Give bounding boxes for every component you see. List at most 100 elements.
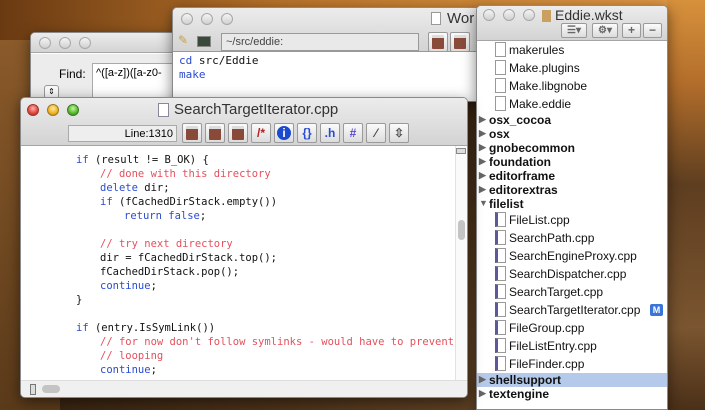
disclosure-closed-icon[interactable]: ▶ xyxy=(479,156,486,167)
file-icon xyxy=(495,60,506,75)
find-titlebar[interactable] xyxy=(31,33,189,53)
folder-item[interactable]: ▶ osx xyxy=(477,127,667,141)
vertical-scrollbar[interactable] xyxy=(455,146,467,380)
window-title: Wor xyxy=(447,10,475,27)
code-token: (fCachedDirStack.empty()) xyxy=(112,196,278,208)
document-icon xyxy=(158,103,169,117)
file-item[interactable]: Make.libgnobe xyxy=(477,77,667,95)
close-button[interactable] xyxy=(39,37,51,49)
item-label: FileFinder.cpp xyxy=(509,357,585,371)
split-handle[interactable] xyxy=(30,384,36,395)
disclosure-closed-icon[interactable]: ▶ xyxy=(479,184,486,195)
path-field[interactable]: ~/src/eddie: xyxy=(221,33,419,51)
zoom-button[interactable] xyxy=(221,13,233,25)
file-item[interactable]: SearchDispatcher.cpp xyxy=(477,265,667,283)
clipboard-2-button[interactable] xyxy=(205,123,225,143)
cpp-file-icon xyxy=(495,248,506,263)
folder-item[interactable]: ▶ textengine xyxy=(477,387,667,401)
folder-item[interactable]: ▶ foundation xyxy=(477,155,667,169)
minimize-button[interactable] xyxy=(59,37,71,49)
folder-item[interactable]: ▶ shellsupport xyxy=(477,373,667,387)
clipboard-button[interactable] xyxy=(428,32,448,52)
close-button[interactable] xyxy=(27,104,39,116)
disclosure-closed-icon[interactable]: ▶ xyxy=(479,170,486,181)
split-button[interactable] xyxy=(456,148,466,154)
zoom-button[interactable] xyxy=(67,104,79,116)
file-item[interactable]: Make.eddie xyxy=(477,95,667,113)
gear-menu-button[interactable]: ⚙▾ xyxy=(592,23,618,38)
file-icon xyxy=(495,96,506,111)
item-label: FileList.cpp xyxy=(509,213,570,227)
zoom-button[interactable] xyxy=(523,9,535,21)
file-item[interactable]: SearchEngineProxy.cpp xyxy=(477,247,667,265)
disclosure-closed-icon[interactable]: ▶ xyxy=(479,128,486,139)
file-item[interactable]: makerules xyxy=(477,41,667,59)
minimize-button[interactable] xyxy=(201,13,213,25)
minimize-button[interactable] xyxy=(47,104,59,116)
ruler-icon: ⁄ xyxy=(374,126,377,140)
remove-button[interactable]: − xyxy=(643,23,662,38)
zoom-button[interactable] xyxy=(79,37,91,49)
ruler-button[interactable]: ⁄ xyxy=(366,123,386,143)
file-item[interactable]: FileGroup.cpp xyxy=(477,319,667,337)
folder-item[interactable]: ▶ gnobecommon xyxy=(477,141,667,155)
close-button[interactable] xyxy=(483,9,495,21)
horizontal-scroll-thumb[interactable] xyxy=(42,385,60,393)
code-token: continue xyxy=(100,364,151,376)
add-button[interactable]: + xyxy=(622,23,641,38)
updown-button[interactable]: ⇳ xyxy=(389,123,409,143)
file-item[interactable]: FileListEntry.cpp xyxy=(477,337,667,355)
braces-button[interactable]: {} xyxy=(297,123,317,143)
file-item[interactable]: SearchTargetIterator.cpp M xyxy=(477,301,667,319)
window-title: Eddie.wkst xyxy=(555,7,623,23)
vertical-scroll-thumb[interactable] xyxy=(458,220,465,240)
disclosure-open-icon[interactable]: ▼ xyxy=(479,198,488,208)
workspace-titlebar[interactable]: Eddie.wkst ☰▾ ⚙▾ + − xyxy=(477,6,667,41)
file-item[interactable]: FileList.cpp xyxy=(477,211,667,229)
folder-item[interactable]: ▶ editorextras xyxy=(477,183,667,197)
comment-icon: /* xyxy=(256,126,265,140)
code-token: (entry.IsSymLink()) xyxy=(88,322,216,334)
file-item[interactable]: Make.plugins xyxy=(477,59,667,77)
file-item[interactable]: SearchTarget.cpp xyxy=(477,283,667,301)
file-item[interactable]: FileFinder.cpp xyxy=(477,355,667,373)
clipboard-icon xyxy=(232,126,244,140)
list-view-menu-button[interactable]: ☰▾ xyxy=(561,23,587,38)
worksheet-titlebar[interactable]: Wor ✎ ~/src/eddie: xyxy=(173,8,481,52)
item-label: FileGroup.cpp xyxy=(509,321,585,335)
disclosure-closed-icon[interactable]: ▶ xyxy=(479,142,486,153)
file-item[interactable]: SearchPath.cpp xyxy=(477,229,667,247)
info-button[interactable]: i xyxy=(274,123,294,143)
disclosure-closed-icon[interactable]: ▶ xyxy=(479,114,486,125)
item-label: makerules xyxy=(509,43,565,57)
horizontal-scrollbar[interactable] xyxy=(21,380,467,397)
file-icon xyxy=(495,42,506,57)
code-line: // looping xyxy=(100,350,163,362)
disclosure-closed-icon[interactable]: ▶ xyxy=(479,374,486,385)
header-button[interactable]: .h xyxy=(320,123,340,143)
clipboard-3-button[interactable] xyxy=(228,123,248,143)
folder-item[interactable]: ▶ osx_cocoa xyxy=(477,113,667,127)
cpp-file-icon xyxy=(495,230,506,245)
item-label: editorextras xyxy=(489,183,558,197)
clipboard-1-button[interactable] xyxy=(182,123,202,143)
comment-button[interactable]: /* xyxy=(251,123,271,143)
folder-item[interactable]: ▶ editorframe xyxy=(477,169,667,183)
item-label: filelist xyxy=(489,197,524,211)
line-indicator[interactable]: Line:1310 xyxy=(68,125,177,142)
code-text-area[interactable]: if (result != B_OK) {// done with this d… xyxy=(21,146,455,380)
hash-button[interactable]: # xyxy=(343,123,363,143)
clipboard-button[interactable] xyxy=(450,32,470,52)
file-icon xyxy=(495,78,506,93)
code-token: fCachedDirStack.pop(); xyxy=(100,266,240,278)
cpp-file-icon xyxy=(495,338,506,353)
item-label: FileListEntry.cpp xyxy=(509,339,597,353)
code-token: return false xyxy=(124,210,200,222)
item-label: SearchTargetIterator.cpp xyxy=(509,303,641,317)
editor-titlebar[interactable]: SearchTargetIterator.cpp Line:1310 /* i {}… xyxy=(21,98,467,146)
minimize-button[interactable] xyxy=(503,9,515,21)
close-button[interactable] xyxy=(181,13,193,25)
desktop-background-right xyxy=(667,0,705,410)
disclosure-closed-icon[interactable]: ▶ xyxy=(479,388,486,399)
folder-item[interactable]: ▼ filelist xyxy=(477,197,667,211)
